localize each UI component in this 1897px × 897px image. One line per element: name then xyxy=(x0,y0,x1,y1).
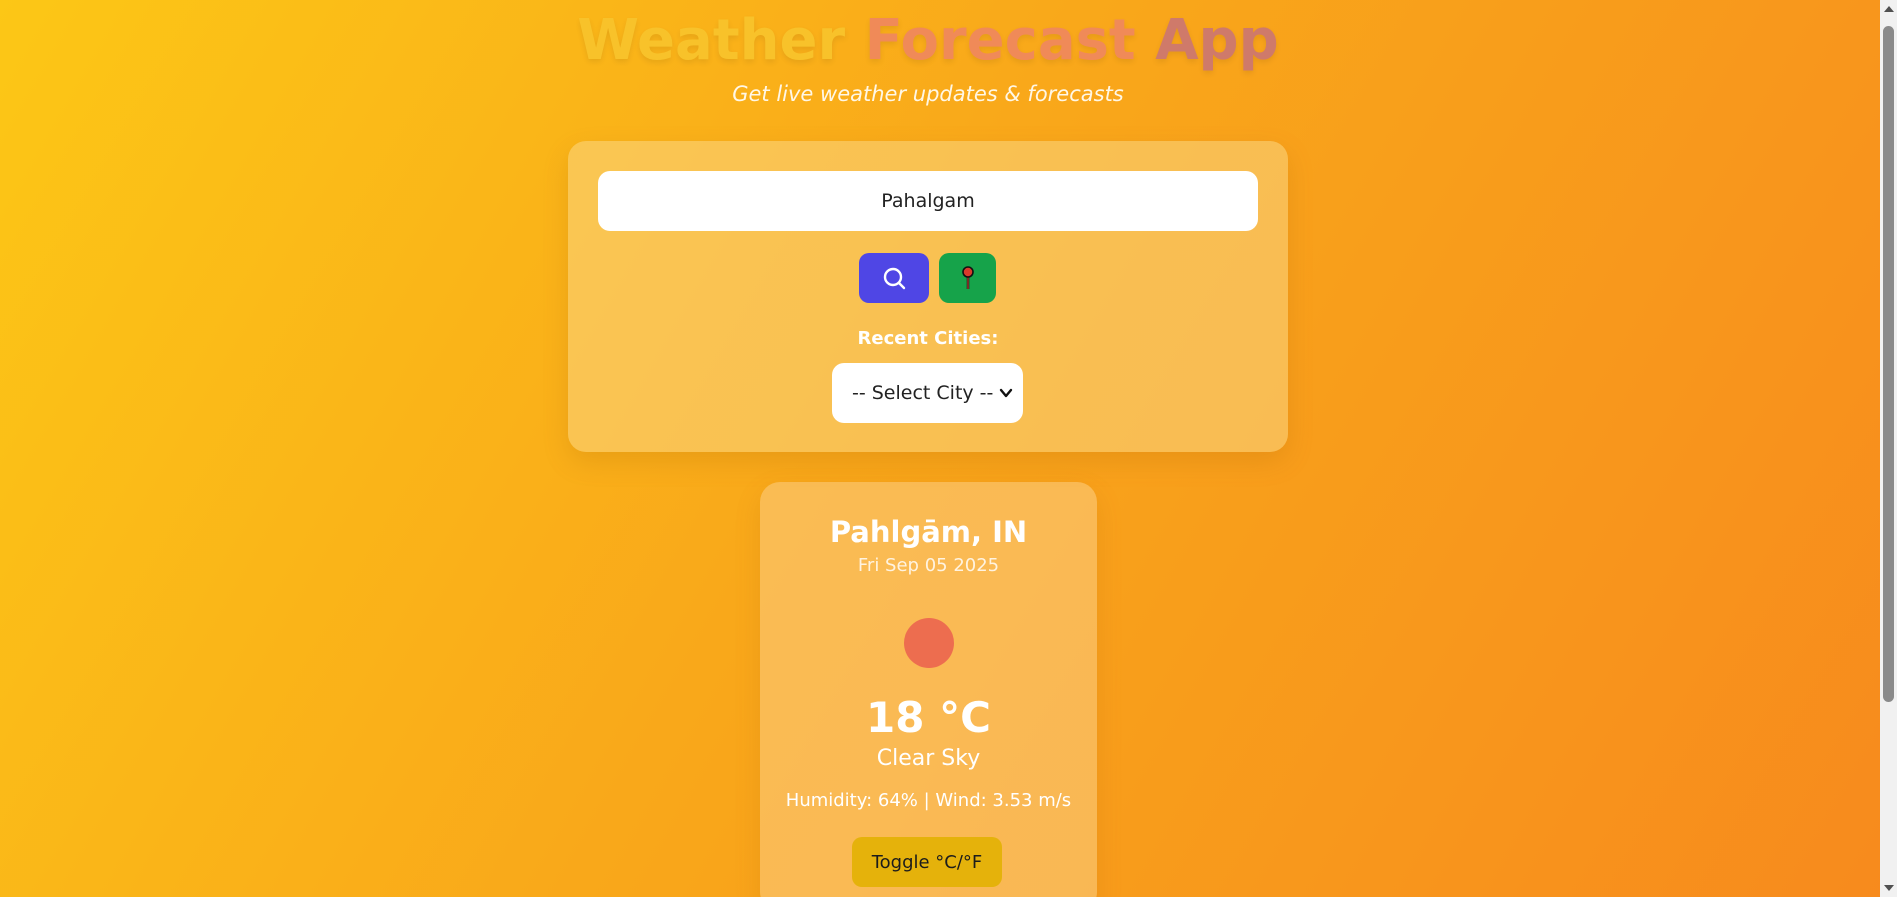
chevron-down-icon xyxy=(999,388,1013,398)
search-card: Recent Cities: -- Select City -- xyxy=(568,141,1288,452)
scroll-down-icon[interactable] xyxy=(1884,885,1894,891)
city-search-input[interactable] xyxy=(598,171,1258,231)
current-weather-card: Pahlgām, IN Fri Sep 05 2025 18 °C Clear … xyxy=(760,482,1097,897)
weather-date: Fri Sep 05 2025 xyxy=(857,555,1000,576)
recent-cities-label: Recent Cities: xyxy=(857,328,999,349)
search-button[interactable] xyxy=(859,253,929,303)
scrollbar-thumb[interactable] xyxy=(1883,26,1894,702)
select-value: -- Select City -- xyxy=(852,382,994,404)
title-word-forecast: Forecast xyxy=(864,8,1136,73)
search-icon xyxy=(883,267,906,290)
weather-details: Humidity: 64% | Wind: 3.53 m/s xyxy=(785,790,1072,811)
weather-city: Pahlgām, IN xyxy=(829,515,1028,549)
recent-cities-select[interactable]: -- Select City -- xyxy=(832,363,1023,423)
vertical-scrollbar[interactable] xyxy=(1880,0,1897,897)
title-word-weather: Weather xyxy=(577,8,846,73)
location-pin-icon xyxy=(961,266,974,289)
app-subtitle: Get live weather updates & forecasts xyxy=(732,82,1124,106)
title-word-app: App xyxy=(1155,8,1279,73)
app-title: Weather Forecast App xyxy=(0,6,1856,76)
weather-description: Clear Sky xyxy=(876,746,981,771)
sun-icon xyxy=(904,618,954,668)
current-location-button[interactable] xyxy=(939,253,996,303)
toggle-unit-button[interactable]: Toggle °C/°F xyxy=(852,837,1002,887)
page: Weather Forecast App Get live weather up… xyxy=(0,0,1880,897)
weather-temperature: 18 °C xyxy=(866,693,991,742)
scroll-up-icon[interactable] xyxy=(1884,6,1894,12)
